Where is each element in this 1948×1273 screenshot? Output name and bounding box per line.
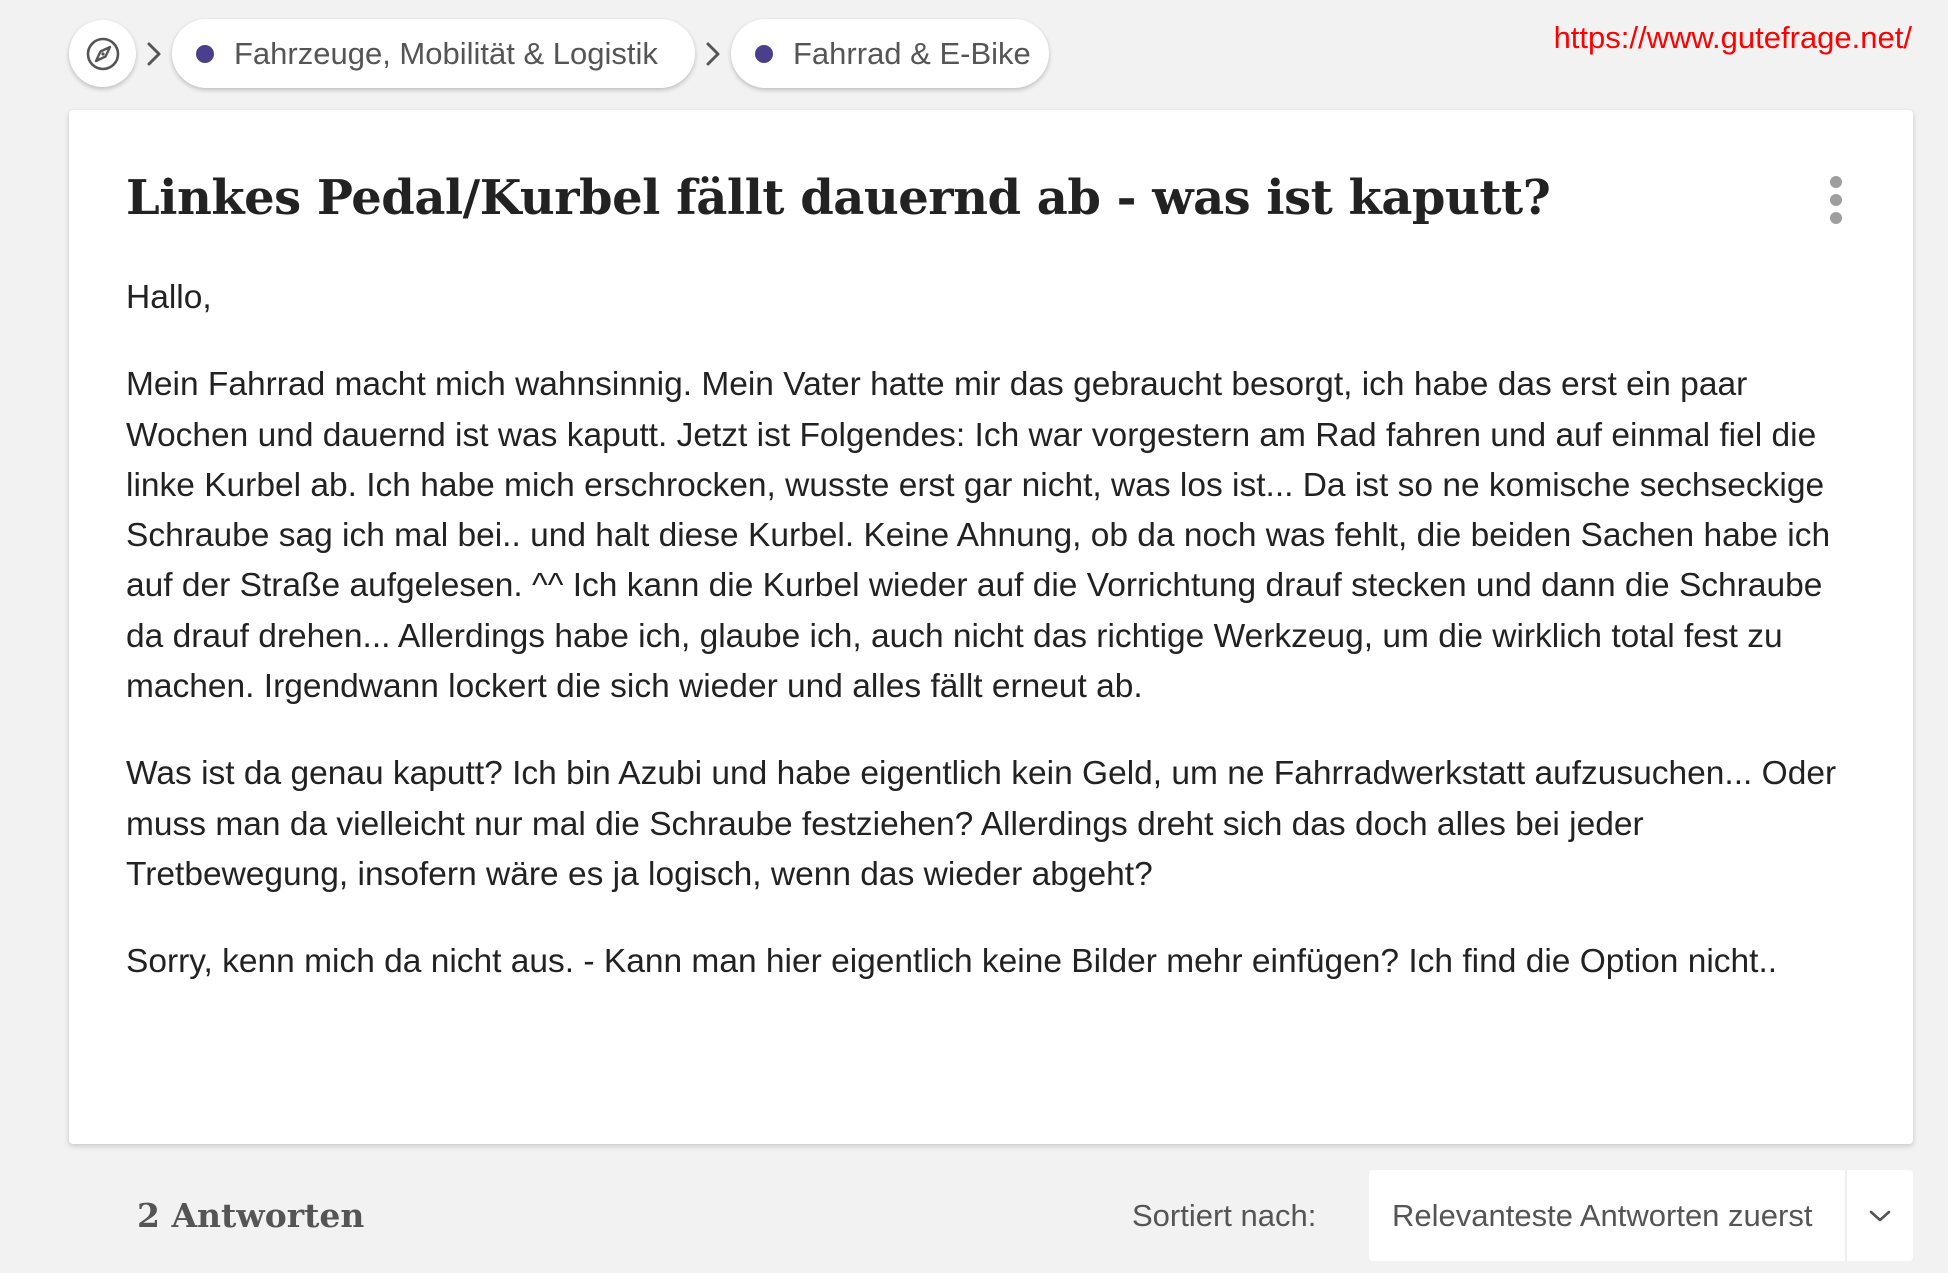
breadcrumb-separator	[695, 19, 731, 88]
question-paragraph: Sorry, kenn mich da nicht aus. - Kann ma…	[126, 943, 1778, 981]
breadcrumb-separator	[136, 19, 172, 88]
chevron-right-icon	[147, 42, 161, 65]
question-body: Hallo, Mein Fahrrad macht mich wahnsinni…	[126, 273, 1866, 1025]
chevron-down-icon	[1869, 1210, 1891, 1221]
breadcrumb-item-fahrzeuge[interactable]: Fahrzeuge, Mobilität & Logistik	[172, 19, 695, 88]
question-paragraph: Mein Fahrrad macht mich wahnsinnig. Mein…	[126, 366, 1831, 706]
url-overlay-text: https://www.gutefrage.net/	[1553, 20, 1912, 55]
breadcrumb-item-label: Fahrzeuge, Mobilität & Logistik	[234, 35, 658, 71]
chevron-right-icon	[706, 42, 720, 65]
question-paragraph: Hallo,	[126, 279, 212, 316]
breadcrumb: Fahrzeuge, Mobilität & Logistik Fahrrad …	[69, 19, 1049, 88]
category-dot	[196, 44, 214, 63]
more-vertical-icon-dot	[1830, 212, 1842, 224]
more-vertical-icon	[1830, 176, 1842, 188]
sort-selected-value: Relevanteste Antworten zuerst	[1392, 1197, 1813, 1233]
breadcrumb-home-button[interactable]	[69, 20, 136, 87]
category-dot	[755, 44, 773, 63]
breadcrumb-item-fahrrad[interactable]: Fahrrad & E-Bike	[731, 19, 1049, 88]
more-options-button[interactable]	[1821, 170, 1851, 230]
answers-header: 2 Antworten Sortiert nach: Relevanteste …	[69, 1170, 1913, 1261]
sort-label: Sortiert nach:	[1132, 1198, 1317, 1233]
compass-icon	[86, 37, 119, 70]
more-vertical-icon-dot	[1830, 194, 1842, 206]
breadcrumb-item-label: Fahrrad & E-Bike	[793, 35, 1031, 71]
sort-select[interactable]: Relevanteste Antworten zuerst	[1369, 1170, 1913, 1261]
question-title: Linkes Pedal/Kurbel fällt dauernd ab - w…	[126, 170, 1551, 226]
answer-count: 2 Antworten	[137, 1196, 365, 1235]
question-card: Linkes Pedal/Kurbel fällt dauernd ab - w…	[69, 110, 1913, 1144]
sort-toggle[interactable]	[1847, 1170, 1913, 1261]
question-paragraph: Was ist da genau kaputt? Ich bin Azubi u…	[126, 755, 1837, 893]
